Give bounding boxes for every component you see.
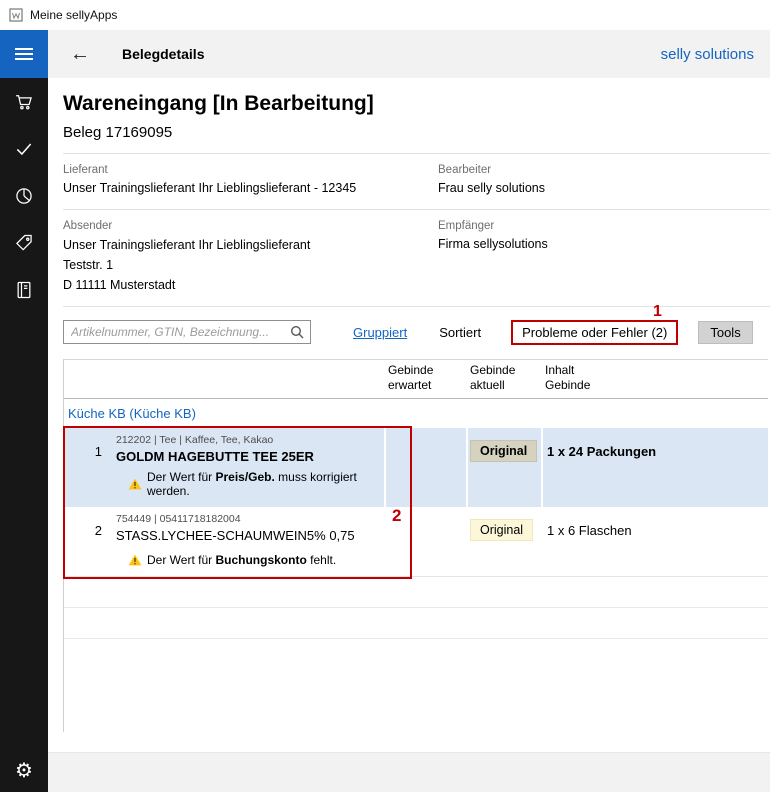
header-cell xyxy=(114,363,384,393)
warning-text: Der Wert für Preis/Geb. muss korrigiert … xyxy=(147,470,384,498)
hamburger-menu-button[interactable] xyxy=(0,30,48,78)
field-label: Bearbeiter xyxy=(438,164,770,176)
section-absender-empfaenger: Absender Unser Trainingslieferant Ihr Li… xyxy=(48,210,770,306)
group-header[interactable]: Küche KB (Küche KB) xyxy=(64,399,768,428)
grouped-link[interactable]: Gruppiert xyxy=(353,325,407,340)
status-badge[interactable]: Original xyxy=(470,440,537,462)
field-empfaenger: Empfänger Firma sellysolutions xyxy=(438,220,770,292)
field-value: Frau selly solutions xyxy=(438,181,770,195)
field-lieferant: Lieferant Unser Trainingslieferant Ihr L… xyxy=(63,164,438,195)
row-description: 754449 | 05411718182004 STASS.LYCHEE-SCH… xyxy=(114,507,384,576)
divider xyxy=(63,306,770,307)
header-cell-inhalt-gebinde: Inhalt Gebinde xyxy=(541,363,768,393)
sidebar-spacer xyxy=(0,313,48,748)
cell-gebinde-aktuell: Original xyxy=(466,507,541,576)
article-name: GOLDM HAGEBUTTE TEE 25ER xyxy=(116,449,384,464)
header-cell-gebinde-aktuell: Gebinde aktuell xyxy=(466,363,541,393)
cell-inhalt-gebinde: 1 x 24 Packungen xyxy=(541,428,768,507)
search-input[interactable] xyxy=(64,324,290,340)
cart-icon[interactable] xyxy=(0,78,48,125)
field-label: Lieferant xyxy=(63,164,438,176)
warning-icon xyxy=(128,478,142,490)
gear-icon[interactable]: ⚙ xyxy=(0,748,48,792)
items-table: Gebinde erwartet Gebinde aktuell Inhalt … xyxy=(63,359,768,732)
article-name: STASS.LYCHEE-SCHAUMWEIN5% 0,75 xyxy=(116,528,384,543)
pie-chart-icon[interactable] xyxy=(0,172,48,219)
warning-icon xyxy=(128,554,142,566)
field-label: Empfänger xyxy=(438,220,770,232)
table-row[interactable]: 2 754449 | 05411718182004 STASS.LYCHEE-S… xyxy=(64,507,768,577)
sorted-link[interactable]: Sortiert xyxy=(439,325,481,340)
empty-table-row xyxy=(64,577,768,608)
app-icon xyxy=(9,8,23,22)
document-subtitle: Beleg 17169095 xyxy=(63,124,770,141)
cell-gebinde-erwartet xyxy=(384,428,466,507)
table-row[interactable]: 1 212202 | Tee | Kaffee, Tee, Kakao GOLD… xyxy=(64,428,768,507)
back-icon[interactable]: ← xyxy=(70,44,90,64)
status-badge[interactable]: Original xyxy=(470,519,533,541)
search-box[interactable] xyxy=(63,320,311,344)
field-value: D 11111 Musterstadt xyxy=(63,278,438,292)
row-warning: Der Wert für Buchungskonto fehlt. xyxy=(116,553,384,567)
window-titlebar: Meine sellyApps xyxy=(0,0,770,30)
header-cell xyxy=(64,363,114,393)
annotated-rows: 1 212202 | Tee | Kaffee, Tee, Kakao GOLD… xyxy=(64,428,768,577)
search-icon[interactable] xyxy=(290,325,304,339)
field-value: Teststr. 1 xyxy=(63,258,438,272)
cell-gebinde-erwartet xyxy=(384,507,466,576)
tools-button[interactable]: Tools xyxy=(698,321,752,344)
row-warning: Der Wert für Preis/Geb. muss korrigiert … xyxy=(116,470,384,498)
header-cell-gebinde-erwartet: Gebinde erwartet xyxy=(384,363,466,393)
problems-filter-button[interactable]: Probleme oder Fehler (2) xyxy=(511,320,678,345)
field-absender: Absender Unser Trainingslieferant Ihr Li… xyxy=(63,220,438,292)
annotation-marker-1: 1 xyxy=(653,303,662,321)
article-meta: 754449 | 05411718182004 xyxy=(116,513,384,525)
footer-strip xyxy=(48,752,770,792)
table-header-row: Gebinde erwartet Gebinde aktuell Inhalt … xyxy=(64,360,768,399)
article-meta: 212202 | Tee | Kaffee, Tee, Kakao xyxy=(116,434,384,446)
tag-icon[interactable] xyxy=(0,219,48,266)
document-title: Wareneingang [In Bearbeitung] xyxy=(63,92,770,116)
book-icon[interactable] xyxy=(0,266,48,313)
check-icon[interactable] xyxy=(0,125,48,172)
field-value: Unser Trainingslieferant Ihr Lieblingsli… xyxy=(63,238,438,252)
empty-table-row xyxy=(64,608,768,639)
cell-inhalt-gebinde: 1 x 6 Flaschen xyxy=(541,507,768,576)
row-number: 2 xyxy=(64,507,114,576)
page-title: Belegdetails xyxy=(122,46,204,62)
field-value: Unser Trainingslieferant Ihr Lieblingsli… xyxy=(63,181,438,195)
section-lieferant-bearbeiter: Lieferant Unser Trainingslieferant Ihr L… xyxy=(48,154,770,209)
sidebar: ⚙ xyxy=(0,30,48,792)
cell-gebinde-aktuell: Original xyxy=(466,428,541,507)
brand-label: selly solutions xyxy=(661,46,754,63)
content-area: Wareneingang [In Bearbeitung] Beleg 1716… xyxy=(48,78,770,752)
row-number: 1 xyxy=(64,428,114,507)
field-value: Firma sellysolutions xyxy=(438,237,770,251)
field-label: Absender xyxy=(63,220,438,232)
warning-text: Der Wert für Buchungskonto fehlt. xyxy=(147,553,336,567)
window-title: Meine sellyApps xyxy=(30,8,117,22)
row-description: 212202 | Tee | Kaffee, Tee, Kakao GOLDM … xyxy=(114,428,384,507)
page-header: ← Belegdetails selly solutions xyxy=(48,30,770,78)
field-bearbeiter: Bearbeiter Frau selly solutions xyxy=(438,164,770,195)
toolbar: Gruppiert Sortiert Probleme oder Fehler … xyxy=(63,319,770,345)
